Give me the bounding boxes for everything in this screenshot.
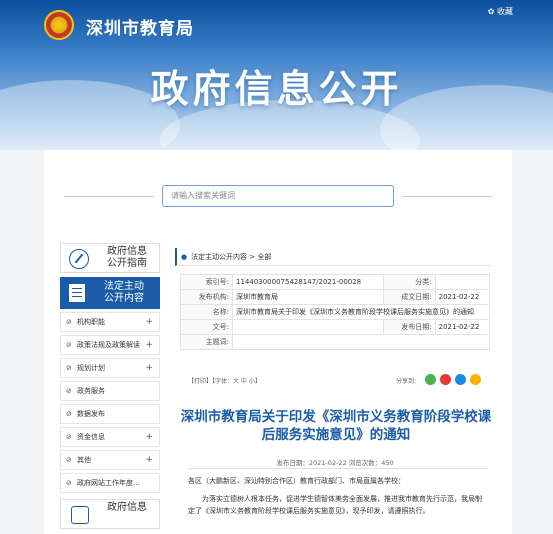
book-icon bbox=[71, 506, 89, 524]
sidebar-item-plan[interactable]: 规划计划+ bbox=[60, 358, 160, 378]
search-input[interactable]: 请输入搜索关键词 bbox=[162, 185, 394, 207]
article-paragraph: 各区（大鹏新区、深汕特别合作区）教育行政部门、市局直属各学校： bbox=[188, 477, 405, 485]
sidebar-item-data[interactable]: 数据发布 bbox=[60, 404, 160, 424]
sidebar-active-label: 法定主动 公开内容 bbox=[104, 281, 144, 304]
breadcrumb: ● 法定主动公开内容 > 全部 bbox=[175, 248, 491, 266]
qq-share-icon[interactable] bbox=[455, 374, 466, 385]
sidebar-item-other[interactable]: 其他+ bbox=[60, 450, 160, 470]
document-icon bbox=[69, 284, 85, 302]
sidebar-active-button[interactable]: 法定主动 公开内容 bbox=[60, 277, 160, 309]
sidebar-item-org[interactable]: 机构职能+ bbox=[60, 312, 160, 332]
article-meta: 发布日期：2021-02-22 浏览次数：450 bbox=[276, 459, 394, 467]
compass-icon bbox=[69, 249, 89, 269]
index-value: 11440300007542814​7/2021-00028 bbox=[232, 274, 384, 290]
breadcrumb-current[interactable]: 全部 bbox=[257, 253, 271, 261]
favorite-button[interactable]: ✿ 收藏 bbox=[488, 6, 513, 17]
divider bbox=[188, 468, 488, 469]
plus-icon[interactable]: + bbox=[145, 336, 153, 354]
content-card: 请输入搜索关键词 政府信息 公开指南 法定主动 公开内容 机构职能+ 政策法规及… bbox=[44, 150, 512, 534]
plus-icon[interactable]: + bbox=[145, 359, 153, 377]
sidebar-item-annual-report[interactable]: 政府网站工作年度... bbox=[60, 473, 160, 493]
sidebar-item-service[interactable]: 政务服务 bbox=[60, 381, 160, 401]
sidebar-item-policy[interactable]: 政策法规及政策解读+ bbox=[60, 335, 160, 355]
share-label: 分享到: bbox=[396, 378, 417, 385]
article-paragraph: 为落实立德树人根本任务，促进学生德智体美劳全面发展，推进我市教育先行示范，我局制… bbox=[188, 495, 482, 515]
banner-title: 政府信息公开 bbox=[150, 67, 403, 111]
plus-icon[interactable]: + bbox=[145, 428, 153, 446]
plus-icon[interactable]: + bbox=[145, 313, 153, 331]
wechat-share-icon[interactable] bbox=[425, 374, 436, 385]
divider bbox=[64, 196, 154, 197]
sidebar-guide-label: 政府信息 公开指南 bbox=[107, 246, 147, 269]
print-font-tools[interactable]: 【打印】【字体：大 中 小】 bbox=[188, 376, 261, 385]
weibo-share-icon[interactable] bbox=[440, 374, 451, 385]
national-emblem-icon: ★ bbox=[44, 10, 74, 40]
gear-icon: ✿ bbox=[487, 7, 497, 16]
sidebar-item-funds[interactable]: 资金信息+ bbox=[60, 427, 160, 447]
sidebar-guide-button[interactable]: 政府信息 公开指南 bbox=[60, 243, 160, 273]
divider bbox=[402, 196, 492, 197]
location-icon: ● bbox=[181, 253, 188, 261]
sidebar: 政府信息 公开指南 法定主动 公开内容 机构职能+ 政策法规及政策解读+ 规划计… bbox=[60, 243, 160, 529]
qzone-share-icon[interactable] bbox=[470, 374, 481, 385]
header-banner: ★ 深圳市教育局 ✿ 收藏 政府信息公开 bbox=[0, 0, 553, 150]
article-title: 深圳市教育局关于印发《深圳市义务教育阶段学校课后服务实施意见》的通知 bbox=[180, 409, 492, 443]
breadcrumb-section[interactable]: 法定主动公开内容 bbox=[191, 253, 247, 261]
sidebar-bottom-button[interactable]: 政府信息 bbox=[60, 499, 160, 529]
plus-icon[interactable]: + bbox=[145, 451, 153, 469]
meta-table: 索引号: 11440300007542814​7/2021-00028 分类: … bbox=[180, 274, 491, 350]
site-title[interactable]: 深圳市教育局 bbox=[86, 14, 194, 39]
